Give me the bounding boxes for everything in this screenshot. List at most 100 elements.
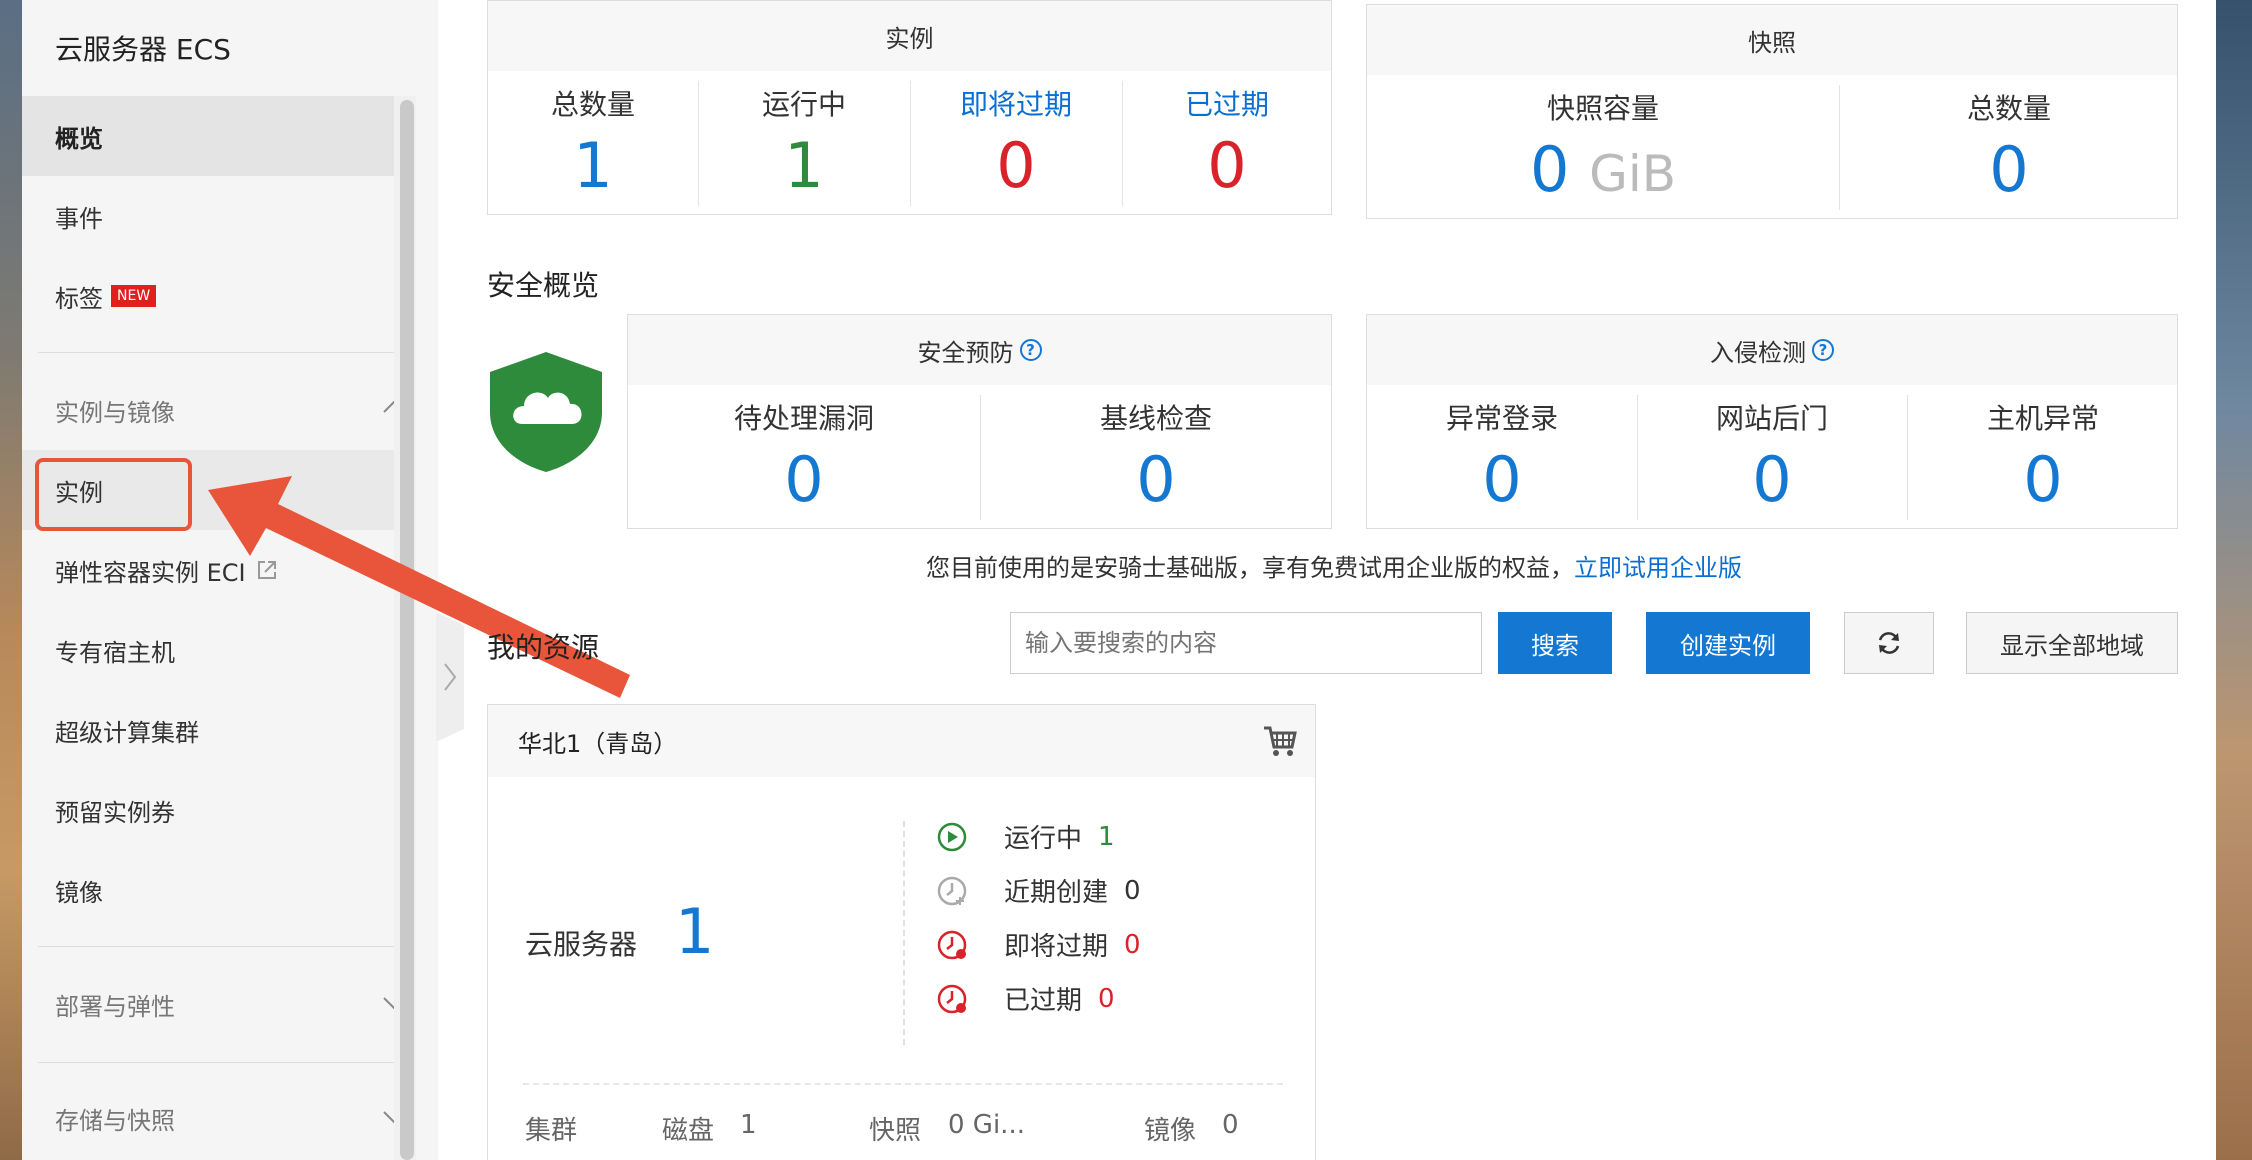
stat-label: 网站后门 [1715,402,1828,435]
sidebar-item-tags[interactable]: 标签 NEW [22,256,410,336]
sidebar-section-storage-snapshot[interactable]: 存储与快照 [22,1078,410,1158]
refresh-icon [1878,632,1900,654]
card-title-label: 入侵检测 [1710,338,1806,367]
sidebar-item-images[interactable]: 镜像 [22,850,410,930]
stat-label: 总数量 [1966,92,2051,125]
snapshot-capacity[interactable]: 快照容量 0 GiB [1367,87,1839,205]
pending-vulnerabilities[interactable]: 待处理漏洞 0 [628,397,980,511]
notice-text: 您目前使用的是安骑士基础版，享有免费试用企业版的权益， [926,554,1574,582]
sidebar-item-label: 预留实例券 [55,798,175,827]
sidebar-item-label: 镜像 [55,878,103,907]
status-expired[interactable]: 已过期 0 [936,980,1115,1017]
annotation-arrow [208,476,630,698]
status-value: 0 [1124,929,1141,960]
my-resources-title: 我的资源 [487,631,600,664]
stat-label: 总数量 [550,88,635,121]
stat-value: 0 [996,129,1036,202]
security-prevention-card: 安全预防 ? 待处理漏洞 0 基线检查 0 [627,314,1332,529]
stat-value: 0 [1989,133,2029,206]
status-recently-created[interactable]: 近期创建 0 [936,872,1141,909]
sidebar-section-instances-images[interactable]: 实例与镜像 [22,370,410,450]
sidebar-divider [38,352,394,353]
sidebar-item-label: 专有宿主机 [55,638,175,667]
region-name: 华北1（青岛） [518,729,678,758]
status-expiring[interactable]: 即将过期 0 [936,926,1141,963]
security-notice: 您目前使用的是安骑士基础版，享有免费试用企业版的权益，立即试用企业版 [926,548,1742,583]
image-label[interactable]: 镜像 [1144,1110,1196,1147]
desktop-background-right [2216,0,2252,1160]
show-all-regions-button[interactable]: 显示全部地域 [1966,612,2178,674]
search-button[interactable]: 搜索 [1498,612,1612,674]
sidebar-item-label: 标签 [55,284,103,313]
divider [523,1083,1283,1085]
image-value: 0 [1222,1110,1239,1140]
refresh-button[interactable] [1844,612,1934,674]
status-value: 0 [1124,875,1141,906]
stat-value: 1 [573,129,613,202]
stat-value: 0 [784,443,824,516]
snapshot-value: 0 Gi... [948,1110,1025,1140]
clock-warning-icon [937,930,967,959]
capacity-unit: GiB [1589,145,1677,203]
stat-label: 快照容量 [1546,92,1659,125]
sidebar-section-label: 实例与镜像 [55,398,175,427]
sidebar-divider [38,1062,394,1063]
stat-value: 0 [1482,443,1522,516]
cluster-label[interactable]: 集群 [525,1110,577,1147]
sidebar-divider [38,946,394,947]
create-instance-button[interactable]: 创建实例 [1646,612,1810,674]
server-count[interactable]: 1 [675,895,714,968]
stat-label: 运行中 [761,88,846,121]
card-title: 实例 [488,1,1331,71]
new-badge: NEW [111,285,157,307]
stat-value: 0 [1136,443,1176,516]
help-icon[interactable]: ? [1812,339,1834,361]
sidebar-item-events[interactable]: 事件 [22,176,410,256]
sidebar-item-overview[interactable]: 概览 [22,96,410,176]
divider [903,821,905,1045]
sidebar-section-label: 存储与快照 [55,1106,175,1135]
website-backdoor[interactable]: 网站后门 0 [1637,397,1907,511]
clock-plus-icon [937,876,967,905]
stat-label: 主机异常 [1986,402,2099,435]
card-title: 入侵检测 ? [1367,315,2177,385]
shopping-cart-icon[interactable] [1263,725,1297,757]
host-anomaly[interactable]: 主机异常 0 [1907,397,2179,511]
sidebar-collapse-handle[interactable] [436,612,464,742]
stat-value: 0 [1207,129,1247,202]
sidebar-item-reserved[interactable]: 预留实例券 [22,770,410,850]
status-value: 0 [1098,983,1115,1014]
stat-label: 异常登录 [1445,402,1558,435]
baseline-check[interactable]: 基线检查 0 [980,397,1332,511]
status-label: 已过期 [1004,986,1083,1016]
desktop-background-left [0,0,22,1160]
stat-value: 0 [1752,443,1792,516]
instances-running[interactable]: 运行中 1 [698,83,910,197]
sidebar-item-label: 概览 [55,124,103,153]
help-icon[interactable]: ? [1019,339,1042,361]
search-input[interactable] [1010,612,1482,674]
sidebar-section-deploy-elastic[interactable]: 部署与弹性 [22,964,410,1044]
try-enterprise-link[interactable]: 立即试用企业版 [1574,554,1742,582]
status-label: 近期创建 [1004,878,1109,908]
instances-total[interactable]: 总数量 1 [488,83,698,197]
sidebar-item-label: 超级计算集群 [55,718,199,747]
stat-label: 待处理漏洞 [733,402,874,435]
status-running[interactable]: 运行中 1 [936,818,1115,855]
status-label: 即将过期 [1004,932,1109,962]
snapshot-total[interactable]: 总数量 0 [1839,87,2179,201]
disk-label[interactable]: 磁盘 [662,1110,714,1147]
sidebar-section-label: 部署与弹性 [55,992,175,1021]
intrusion-detection-card: 入侵检测 ? 异常登录 0 网站后门 0 主机异常 0 [1366,314,2178,529]
region-card: 华北1（青岛） 云服务器 1 运行中 1 近期创建 0 即将过期 0 已过期 0 [487,704,1316,1160]
status-value: 1 [1098,821,1115,852]
security-shield-icon [490,352,602,472]
instances-expired[interactable]: 已过期 0 [1122,83,1332,197]
annotation-highlight-box [35,458,192,531]
abnormal-login[interactable]: 异常登录 0 [1367,397,1637,511]
chevron-right-icon [444,663,457,691]
instances-expiring[interactable]: 即将过期 0 [910,83,1122,197]
stat-value: 1 [784,129,824,202]
card-title: 安全预防 ? [628,315,1331,385]
snapshot-label[interactable]: 快照 [869,1110,921,1147]
